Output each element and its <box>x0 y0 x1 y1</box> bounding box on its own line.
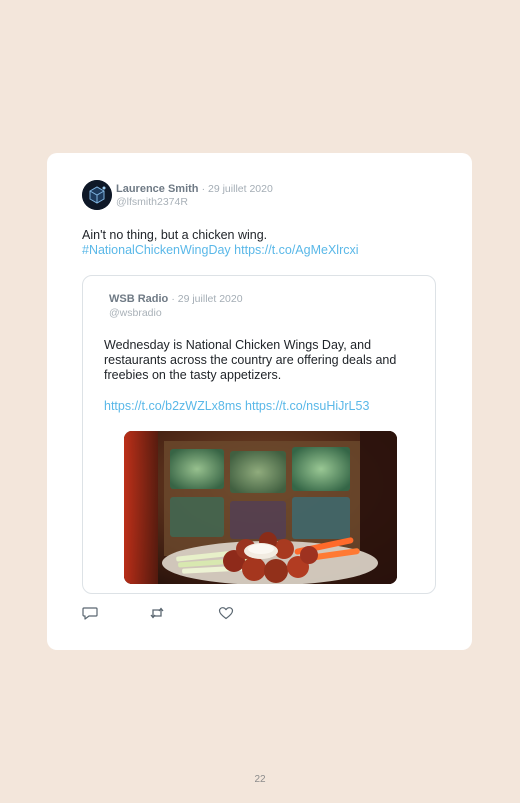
quoted-tweet[interactable]: WSB Radio · 29 juillet 2020 @wsbradio We… <box>82 275 436 594</box>
chicken-wings-photo[interactable] <box>124 431 397 584</box>
hashtag-link[interactable]: #NationalChickenWingDay <box>82 243 231 257</box>
quoted-author-line: WSB Radio · 29 juillet 2020 <box>109 293 243 305</box>
tweet-card: Laurence Smith · 29 juillet 2020 @lfsmit… <box>47 153 472 650</box>
tweet-date[interactable]: · 29 juillet 2020 <box>202 183 273 195</box>
tweet-text: Ain't no thing, but a chicken wing. #Nat… <box>82 228 442 258</box>
quoted-author-handle[interactable]: @wsbradio <box>109 307 162 319</box>
author-line: Laurence Smith · 29 juillet 2020 <box>116 183 273 195</box>
tweet-link[interactable]: https://t.co/AgMeXlrcxi <box>234 243 358 257</box>
chicken-wings-image <box>124 431 397 584</box>
page-number: 22 <box>254 774 266 785</box>
quoted-link-1[interactable]: https://t.co/b2zWZLx8ms <box>104 399 242 413</box>
quoted-tweet-date[interactable]: · 29 juillet 2020 <box>171 293 242 305</box>
author-name[interactable]: Laurence Smith <box>116 183 199 195</box>
avatar[interactable] <box>82 180 112 210</box>
author-handle[interactable]: @lfsmith2374R <box>116 196 188 208</box>
quoted-author-name[interactable]: WSB Radio <box>109 293 168 305</box>
quoted-tweet-links: https://t.co/b2zWZLx8ms https://t.co/nsu… <box>104 399 369 414</box>
like-icon[interactable] <box>218 605 234 621</box>
retweet-icon[interactable] <box>149 605 165 621</box>
quoted-tweet-text: Wednesday is National Chicken Wings Day,… <box>104 338 397 382</box>
avatar-cube-icon <box>82 180 112 210</box>
reply-icon[interactable] <box>82 605 98 621</box>
tweet-body: Ain't no thing, but a chicken wing. <box>82 228 268 242</box>
quoted-link-2[interactable]: https://t.co/nsuHiJrL53 <box>245 399 369 413</box>
